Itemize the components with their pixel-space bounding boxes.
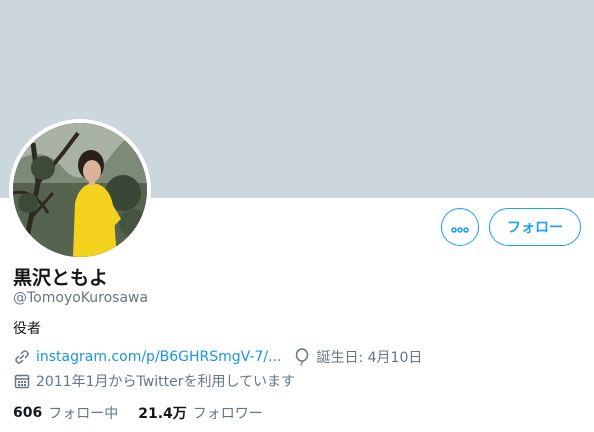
followers-label: フォロワー bbox=[192, 406, 263, 422]
more-dots-icon bbox=[451, 218, 469, 237]
following-count: 606 bbox=[13, 405, 43, 421]
bio-text: 役者 bbox=[13, 321, 41, 337]
profile-website-link[interactable]: instagram.com/p/B6GHRSmgV-7/... bbox=[36, 349, 281, 365]
display-name: 黒沢ともよ bbox=[13, 267, 109, 289]
avatar[interactable] bbox=[9, 119, 151, 261]
birthday-text: 誕生日: 4月10日 bbox=[316, 350, 423, 366]
following-label: フォロー中 bbox=[48, 406, 119, 422]
followers-link[interactable]: 21.4万 フォロワー bbox=[138, 403, 263, 423]
follow-stats: 606 フォロー中 21.4万 フォロワー bbox=[13, 403, 283, 423]
user-handle: @TomoyoKurosawa bbox=[13, 290, 149, 306]
more-options-button[interactable] bbox=[441, 208, 479, 246]
profile-meta-row: instagram.com/p/B6GHRSmgV-7/... 誕生日: 4月1… bbox=[13, 347, 422, 367]
following-link[interactable]: 606 フォロー中 bbox=[13, 403, 118, 423]
follow-button[interactable]: フォロー bbox=[489, 208, 581, 246]
joined-text: 2011年1月からTwitterを利用しています bbox=[36, 374, 296, 390]
followers-count: 21.4万 bbox=[138, 406, 187, 422]
link-icon bbox=[13, 348, 31, 366]
profile-meta-row: 2011年1月からTwitterを利用しています bbox=[13, 371, 295, 391]
balloon-icon bbox=[293, 348, 311, 366]
avatar-image bbox=[13, 123, 147, 257]
calendar-icon bbox=[13, 372, 31, 390]
